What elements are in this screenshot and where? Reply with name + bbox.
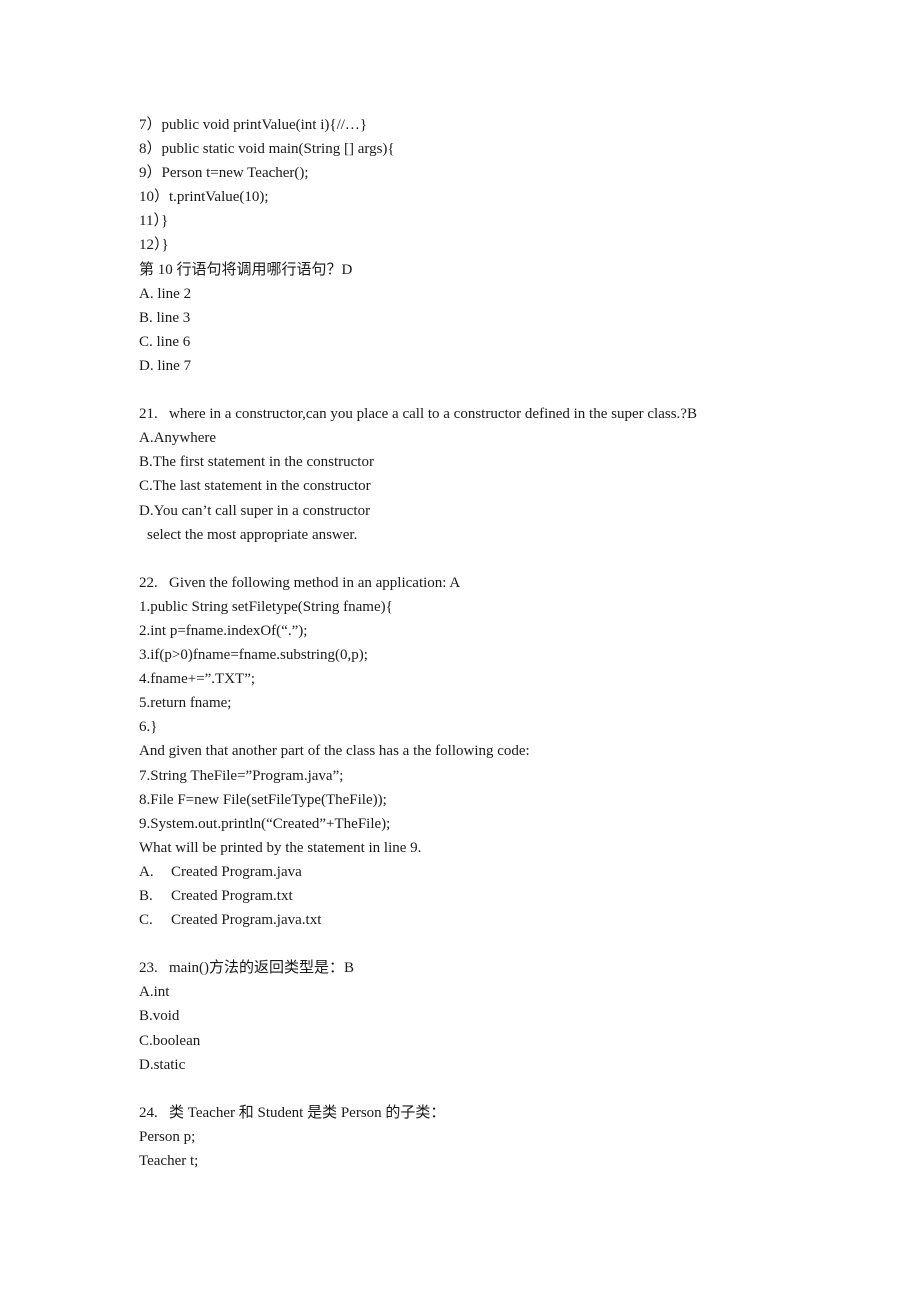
option: C.The last statement in the constructor	[139, 478, 371, 495]
code-line: 10）t.printValue(10);	[139, 189, 269, 206]
question-24-code: Person p; Teacher t;	[139, 1125, 819, 1173]
question-21-options: A.Anywhere B.The first statement in the …	[139, 426, 819, 522]
question-20-options: A. line 2 B. line 3 C. line 6 D. line 7	[139, 282, 819, 378]
code-line: 9）Person t=new Teacher();	[139, 165, 309, 182]
code-line: Teacher t;	[139, 1153, 199, 1170]
option: B. line 3	[139, 309, 191, 326]
option: A. line 2	[139, 285, 192, 302]
question-22-code: 7.String TheFile=”Program.java”; 8.File …	[139, 764, 819, 836]
question-22-text: 22. Given the following method in an app…	[139, 574, 461, 591]
code-line: 8）public static void main(String [] args…	[139, 141, 395, 158]
question-21-note: select the most appropriate answer.	[147, 526, 358, 543]
option-text: Created Program.java.txt	[171, 912, 322, 929]
option: B.void	[139, 1008, 180, 1025]
document-page: 7）public void printValue(int i){//…} 8）p…	[139, 113, 819, 1173]
question-22-context: And given that another part of the class…	[139, 743, 530, 760]
option: D. line 7	[139, 357, 192, 374]
option-letter: B.	[139, 888, 153, 904]
code-line: 11）}	[139, 213, 169, 230]
option: C. line 6	[139, 333, 191, 350]
question-22-options: A. Created Program.java B. Created Program…	[139, 860, 819, 932]
code-line: 6.}	[139, 719, 158, 736]
option: C. Created Program.java.txt	[139, 908, 819, 932]
code-line: 5.return fname;	[139, 695, 232, 712]
option: A.int	[139, 984, 170, 1001]
code-line: 2.int p=fname.indexOf(“.”);	[139, 622, 308, 639]
code-line: Person p;	[139, 1128, 196, 1145]
question-23-options: A.int B.void C.boolean D.static	[139, 980, 819, 1076]
question-20-text: 第 10 行语句将调用哪行语句？D	[139, 261, 353, 278]
question-23-text: 23. main()方法的返回类型是：B	[139, 960, 354, 977]
option: A. Created Program.java	[139, 860, 819, 884]
option-text: Created Program.txt	[171, 888, 293, 904]
code-line: 7.String TheFile=”Program.java”;	[139, 767, 344, 784]
option: B. Created Program.txt	[139, 884, 819, 908]
code-line: 9.System.out.println(“Created”+TheFile);	[139, 815, 391, 832]
code-line: 12）}	[139, 237, 169, 254]
code-line: 1.public String setFiletype(String fname…	[139, 598, 393, 615]
option: D.static	[139, 1056, 186, 1073]
option: C.boolean	[139, 1032, 201, 1049]
question-24-text: 24. 类 Teacher 和 Student 是类 Person 的子类：	[139, 1104, 446, 1121]
option: B.The first statement in the constructor	[139, 454, 374, 471]
code-line: 8.File F=new File(setFileType(TheFile));	[139, 791, 387, 808]
code-line: 4.fname+=”.TXT”;	[139, 671, 256, 688]
code-line: 7）public void printValue(int i){//…}	[139, 117, 368, 133]
option-letter: C.	[139, 912, 153, 929]
option: D.You can’t call super in a constructor	[139, 502, 371, 519]
question-21-text: 21. where in a constructor,can you place…	[139, 406, 697, 423]
code-line: 3.if(p>0)fname=fname.substring(0,p);	[139, 647, 368, 664]
option-letter: A.	[139, 863, 154, 880]
question-22-prompt: What will be printed by the statement in…	[139, 839, 422, 856]
question-20-code: 7）public void printValue(int i){//…} 8）p…	[139, 113, 819, 258]
option-text: Created Program.java	[171, 863, 302, 880]
question-22-method: 1.public String setFiletype(String fname…	[139, 595, 819, 740]
option: A.Anywhere	[139, 430, 217, 447]
